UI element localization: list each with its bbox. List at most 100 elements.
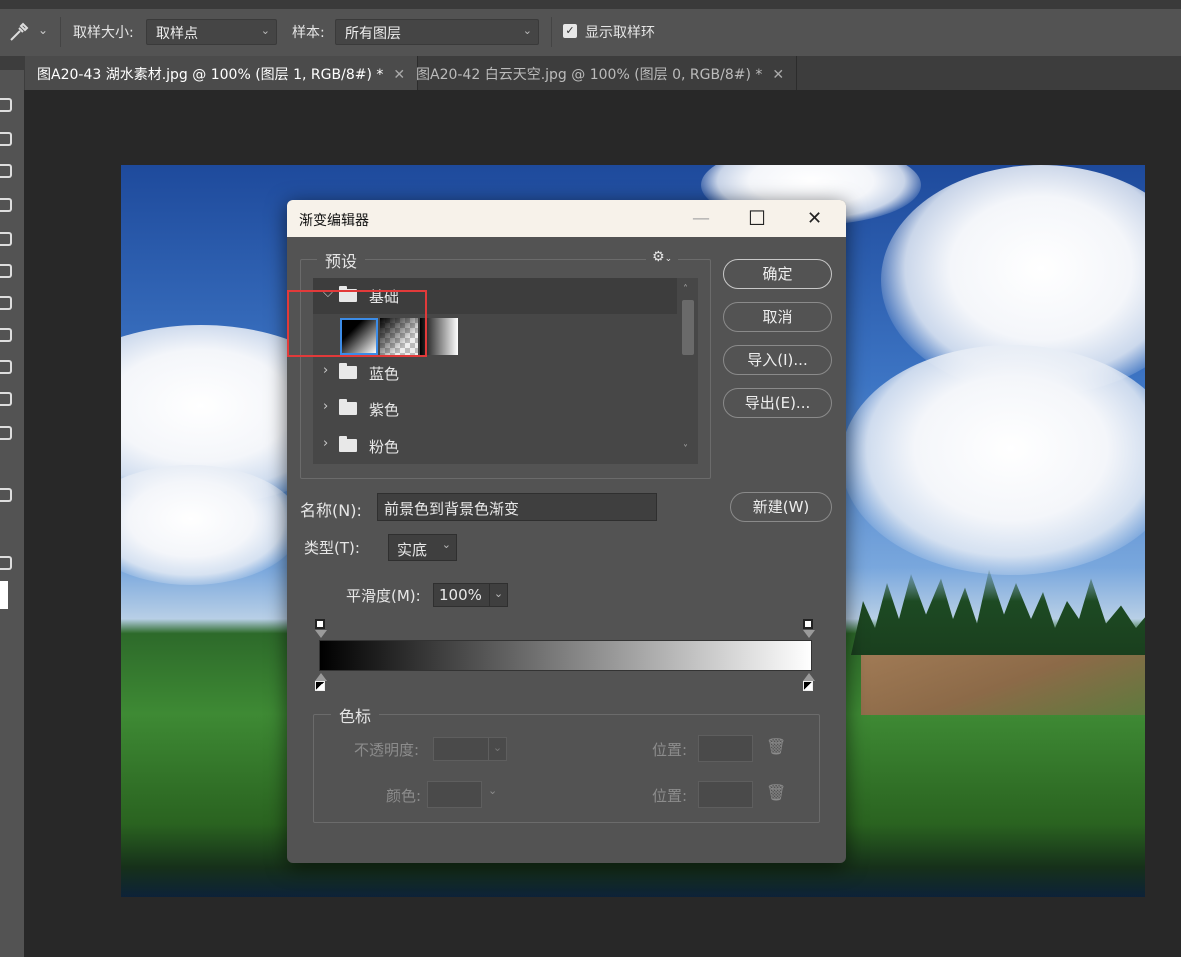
preset-group-purple[interactable]: › 紫色 [313,391,677,427]
chevron-down-icon: ⌄ [441,538,451,551]
options-bar: ⌄ 取样大小: 取样点 ⌄ 样本: 所有图层 ⌄ ✓ 显示取样环 [0,0,1181,56]
name-field[interactable]: 前景色到背景色渐变 [377,493,657,521]
color-field [427,781,482,808]
sample-label: 样本: [292,25,325,41]
smoothness-field[interactable]: 100% ⌄ [433,583,508,607]
path-tool-icon[interactable] [0,360,12,374]
minimize-icon[interactable]: — [692,208,710,229]
dialog-title: 渐变编辑器 [299,213,369,229]
sample-select[interactable]: 所有图层 ⌄ [335,19,539,45]
tree-line [851,569,1145,655]
stop-pointer-icon [315,673,327,681]
color-position-field [698,781,753,808]
trash-icon: 🗑 [766,783,787,802]
maximize-icon[interactable]: ☐ [748,206,766,230]
opacity-position-field [698,735,753,762]
position-label: 位置: [652,741,688,759]
close-icon[interactable]: ✕ [807,208,822,229]
eyedropper-icon[interactable] [8,21,30,43]
folder-icon [339,399,357,415]
group-name: 粉色 [369,438,400,456]
show-ring-label: 显示取样环 [585,25,655,41]
stamp-tool-icon[interactable] [0,232,12,246]
trash-icon: 🗑 [766,737,787,756]
opacity-label: 不透明度: [354,741,420,759]
chevron-down-icon: ⌄ [260,24,270,37]
presets-label: 预设 [317,248,366,272]
tab-label: 图A20-42 白云天空.jpg @ 100% (图层 0, RGB/8#) * [416,67,763,83]
opacity-field: ⌄ [433,737,507,761]
chevron-down-icon: ⌄ [488,738,506,760]
scroll-down-icon[interactable]: ˅ [683,444,688,455]
folder-icon [339,436,357,452]
group-name: 紫色 [369,401,400,419]
highlight-box [287,290,427,357]
cloud [841,345,1145,575]
smoothness-value: 100% [439,586,482,604]
sample-size-label: 取样大小: [73,25,134,41]
quick-mask-icon[interactable] [0,556,12,570]
chevron-right-icon: › [323,399,329,414]
background-color-swatch[interactable] [0,581,8,609]
dialog-title-bar: 渐变编辑器 — ☐ ✕ [287,200,846,237]
zoom-tool-icon[interactable] [0,426,12,440]
new-button[interactable]: 新建(W) [730,492,832,522]
tool-preset-chevron-icon[interactable]: ⌄ [38,23,48,37]
chevron-down-icon: ⌄ [522,24,532,37]
scroll-thumb[interactable] [682,300,694,355]
tab-lake-image[interactable]: 图A20-43 湖水素材.jpg @ 100% (图层 1, RGB/8#) *… [25,56,419,90]
brush-tool-icon[interactable] [0,132,12,146]
opacity-stop-left[interactable] [315,619,325,629]
color-stop-right[interactable] [803,681,813,691]
show-ring-checkbox[interactable]: ✓ [563,24,577,38]
type-value: 实底 [397,541,428,559]
type-label: 类型(T): [304,539,360,557]
divider [551,17,552,47]
name-label: 名称(N): [300,501,362,520]
stop-pointer-icon [803,630,815,638]
color-label: 颜色: [386,787,422,805]
position-label-2: 位置: [652,787,688,805]
sample-value: 所有图层 [345,26,401,42]
smoothness-label: 平滑度(M): [346,587,421,605]
preset-scrollbar[interactable]: ˄ ˅ [682,284,694,459]
export-button[interactable]: 导出(E)... [723,388,832,418]
stop-pointer-icon [803,673,815,681]
chevron-right-icon: › [323,363,329,378]
sample-size-select[interactable]: 取样点 ⌄ [146,19,277,45]
dodge-tool-icon[interactable] [0,296,12,310]
crop-tool-icon[interactable] [0,198,12,212]
tab-cloud-image[interactable]: 图A20-42 白云天空.jpg @ 100% (图层 0, RGB/8#) *… [404,56,798,90]
marquee-tool-icon[interactable] [0,98,12,112]
tab-label: 图A20-43 湖水素材.jpg @ 100% (图层 1, RGB/8#) * [37,67,384,83]
color-stop-left[interactable] [315,681,325,691]
cancel-button[interactable]: 取消 [723,302,832,332]
sample-size-value: 取样点 [156,26,198,42]
pen-tool-icon[interactable] [0,328,12,342]
opacity-stop-right[interactable] [803,619,813,629]
gradient-preview-bar[interactable] [319,640,812,671]
scroll-up-icon[interactable]: ˄ [683,284,688,295]
shape-tool-icon[interactable] [0,392,12,406]
chevron-down-icon[interactable]: ⌄ [489,584,507,606]
folder-icon [339,363,357,379]
document-tabs: 图A20-43 湖水素材.jpg @ 100% (图层 1, RGB/8#) *… [0,56,1181,90]
tools-panel [0,70,24,957]
preset-group-pink[interactable]: › 粉色 [313,428,677,464]
color-stops-label: 色标 [331,703,380,727]
chevron-right-icon: › [323,436,329,451]
group-name: 蓝色 [369,365,400,383]
lasso-tool-icon[interactable] [0,164,12,178]
soil-field [861,655,1145,715]
swap-colors-icon[interactable] [0,488,12,502]
close-icon[interactable]: ✕ [772,67,784,83]
import-button[interactable]: 导入(I)... [723,345,832,375]
preset-group-blue[interactable]: › 蓝色 [313,355,677,391]
ok-button[interactable]: 确定 [723,259,832,289]
eraser-tool-icon[interactable] [0,264,12,278]
gear-icon[interactable]: ⚙⌄ [646,249,679,265]
chevron-down-icon: ⌄ [488,784,498,797]
divider [60,17,61,47]
type-select[interactable]: 实底 ⌄ [388,534,457,561]
stop-pointer-icon [315,630,327,638]
